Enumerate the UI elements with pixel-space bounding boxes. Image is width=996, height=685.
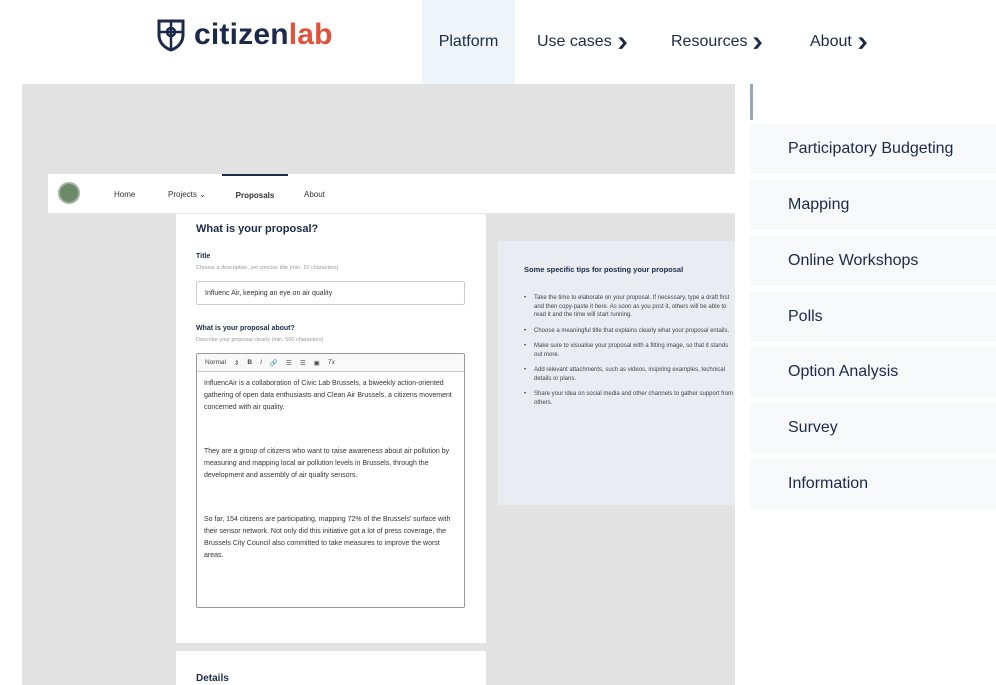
menu-item-participatory-budgeting[interactable]: Participatory Budgeting [750,124,996,174]
platform-dropdown-menu: Participatory Budgeting Mapping Online W… [750,84,996,510]
nav-about[interactable]: About ❯ [810,0,869,84]
bold-icon[interactable]: B [247,359,252,366]
editor-toolbar: Normal ⇕ B I 🔗 ☰ ☰ ▣ Tx [197,354,464,372]
link-icon[interactable]: 🔗 [270,359,278,367]
chevron-down-icon: ❯ [856,36,869,49]
app-nav-proposals[interactable]: Proposals [222,174,288,214]
editor-body[interactable]: InfluencAir is a collaboration of Civic … [197,372,464,568]
image-icon[interactable]: ▣ [314,359,320,367]
logo-text-citizen: citizen [194,18,289,51]
tips-panel: Some specific tips for posting your prop… [498,241,735,505]
editor-paragraph: InfluencAir is a collaboration of Civic … [204,380,452,411]
app-nav-projects[interactable]: Projects ⌄ [168,174,206,214]
top-navigation: citizenlab Platform Use cases ❯ Resource… [0,0,996,84]
title-label: Title [196,253,211,260]
menu-item-information[interactable]: Information [750,459,996,509]
about-hint: Describe your proposal clearly (min. 500… [196,337,324,343]
form-heading: What is your proposal? [196,223,319,235]
shield-icon [157,19,185,52]
title-hint: Choose a descriptive, yet concise title … [196,265,339,271]
tip-item: Share your idea on social media and othe… [524,390,735,407]
menu-scroll-indicator [750,84,996,120]
title-input[interactable]: Influenc Air, keeping an eye on air qual… [196,281,465,305]
chevron-down-icon: ❯ [752,36,765,49]
editor-paragraph: So far, 154 citizens are participating, … [204,516,451,559]
format-select-arrow-icon[interactable]: ⇕ [234,359,239,367]
ordered-list-icon[interactable]: ☰ [286,359,292,367]
italic-icon[interactable]: I [260,359,262,366]
format-select[interactable]: Normal [205,359,226,366]
tip-item: Add relevant attachments, such as videos… [524,366,735,383]
chevron-down-icon: ❯ [616,36,629,49]
details-heading: Details [196,673,229,684]
proposal-form-card: What is your proposal? Title Choose a de… [176,214,486,643]
tips-list: Take the time to elaborate on your propo… [524,294,735,414]
city-logo[interactable] [58,182,80,204]
tip-item: Choose a meaningful title that explains … [524,327,735,336]
app-navigation-bar: Home Projects ⌄ Proposals About [48,174,735,214]
nav-use-cases[interactable]: Use cases ❯ [537,0,629,84]
nav-platform[interactable]: Platform [422,0,515,84]
clear-format-icon[interactable]: Tx [328,359,335,366]
menu-item-mapping[interactable]: Mapping [750,180,996,230]
unordered-list-icon[interactable]: ☰ [300,359,306,367]
nav-resources[interactable]: Resources ❯ [671,0,765,84]
nav-use-cases-label: Use cases [537,33,612,50]
nav-platform-label: Platform [438,33,499,50]
nav-about-label: About [810,33,852,50]
menu-item-polls[interactable]: Polls [750,292,996,342]
logo-text-lab: lab [288,18,333,51]
logo-wordmark: citizenlab [194,18,333,52]
citizenlab-logo[interactable]: citizenlab [156,18,333,52]
tips-title: Some specific tips for posting your prop… [524,265,684,274]
details-card: Details [176,651,486,685]
app-nav-home[interactable]: Home [114,174,135,214]
rich-text-editor[interactable]: Normal ⇕ B I 🔗 ☰ ☰ ▣ Tx InfluencAir is a… [196,353,465,608]
about-label: What is your proposal about? [196,325,295,332]
menu-item-online-workshops[interactable]: Online Workshops [750,236,996,286]
menu-item-survey[interactable]: Survey [750,403,996,453]
editor-paragraph: They are a group of citizens who want to… [204,448,450,479]
menu-item-option-analysis[interactable]: Option Analysis [750,347,996,397]
tip-item: Make sure to visualise your proposal wit… [524,342,735,359]
nav-resources-label: Resources [671,33,748,50]
tip-item: Take the time to elaborate on your propo… [524,294,735,320]
app-nav-about[interactable]: About [304,174,325,214]
